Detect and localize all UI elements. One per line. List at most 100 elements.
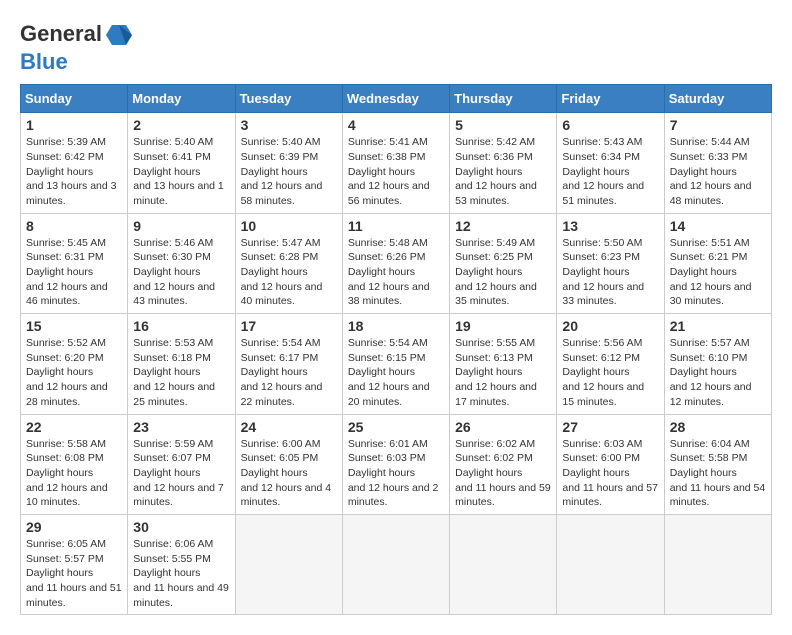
day-info: Sunrise: 5:56 AM Sunset: 6:12 PM Dayligh…	[562, 336, 658, 409]
calendar-cell: 9 Sunrise: 5:46 AM Sunset: 6:30 PM Dayli…	[128, 213, 235, 313]
calendar-cell: 2 Sunrise: 5:40 AM Sunset: 6:41 PM Dayli…	[128, 113, 235, 213]
day-info: Sunrise: 5:40 AM Sunset: 6:41 PM Dayligh…	[133, 135, 229, 208]
day-info: Sunrise: 5:58 AM Sunset: 6:08 PM Dayligh…	[26, 437, 122, 510]
day-info: Sunrise: 5:48 AM Sunset: 6:26 PM Dayligh…	[348, 236, 444, 309]
weekday-header-saturday: Saturday	[664, 85, 771, 113]
calendar-cell: 19 Sunrise: 5:55 AM Sunset: 6:13 PM Dayl…	[450, 314, 557, 414]
day-number: 1	[26, 117, 122, 133]
day-number: 29	[26, 519, 122, 535]
calendar-cell: 23 Sunrise: 5:59 AM Sunset: 6:07 PM Dayl…	[128, 414, 235, 514]
day-info: Sunrise: 6:06 AM Sunset: 5:55 PM Dayligh…	[133, 537, 229, 610]
calendar-cell: 1 Sunrise: 5:39 AM Sunset: 6:42 PM Dayli…	[21, 113, 128, 213]
weekday-header-thursday: Thursday	[450, 85, 557, 113]
day-info: Sunrise: 5:50 AM Sunset: 6:23 PM Dayligh…	[562, 236, 658, 309]
day-info: Sunrise: 5:39 AM Sunset: 6:42 PM Dayligh…	[26, 135, 122, 208]
day-info: Sunrise: 5:41 AM Sunset: 6:38 PM Dayligh…	[348, 135, 444, 208]
day-number: 5	[455, 117, 551, 133]
weekday-header-wednesday: Wednesday	[342, 85, 449, 113]
day-number: 2	[133, 117, 229, 133]
calendar-cell	[450, 514, 557, 614]
day-info: Sunrise: 6:02 AM Sunset: 6:02 PM Dayligh…	[455, 437, 551, 510]
calendar-cell: 10 Sunrise: 5:47 AM Sunset: 6:28 PM Dayl…	[235, 213, 342, 313]
day-info: Sunrise: 6:05 AM Sunset: 5:57 PM Dayligh…	[26, 537, 122, 610]
calendar-cell: 4 Sunrise: 5:41 AM Sunset: 6:38 PM Dayli…	[342, 113, 449, 213]
day-number: 11	[348, 218, 444, 234]
calendar-cell: 3 Sunrise: 5:40 AM Sunset: 6:39 PM Dayli…	[235, 113, 342, 213]
day-info: Sunrise: 5:59 AM Sunset: 6:07 PM Dayligh…	[133, 437, 229, 510]
calendar-cell: 5 Sunrise: 5:42 AM Sunset: 6:36 PM Dayli…	[450, 113, 557, 213]
calendar-cell: 25 Sunrise: 6:01 AM Sunset: 6:03 PM Dayl…	[342, 414, 449, 514]
calendar-cell: 15 Sunrise: 5:52 AM Sunset: 6:20 PM Dayl…	[21, 314, 128, 414]
day-number: 28	[670, 419, 766, 435]
day-number: 9	[133, 218, 229, 234]
day-info: Sunrise: 5:51 AM Sunset: 6:21 PM Dayligh…	[670, 236, 766, 309]
day-number: 7	[670, 117, 766, 133]
calendar-cell: 26 Sunrise: 6:02 AM Sunset: 6:02 PM Dayl…	[450, 414, 557, 514]
day-info: Sunrise: 5:43 AM Sunset: 6:34 PM Dayligh…	[562, 135, 658, 208]
calendar-cell: 20 Sunrise: 5:56 AM Sunset: 6:12 PM Dayl…	[557, 314, 664, 414]
logo-general: General	[20, 21, 102, 46]
calendar-cell: 16 Sunrise: 5:53 AM Sunset: 6:18 PM Dayl…	[128, 314, 235, 414]
day-info: Sunrise: 5:44 AM Sunset: 6:33 PM Dayligh…	[670, 135, 766, 208]
day-info: Sunrise: 5:40 AM Sunset: 6:39 PM Dayligh…	[241, 135, 337, 208]
calendar-week-4: 29 Sunrise: 6:05 AM Sunset: 5:57 PM Dayl…	[21, 514, 772, 614]
calendar-week-3: 22 Sunrise: 5:58 AM Sunset: 6:08 PM Dayl…	[21, 414, 772, 514]
weekday-header-tuesday: Tuesday	[235, 85, 342, 113]
day-info: Sunrise: 5:49 AM Sunset: 6:25 PM Dayligh…	[455, 236, 551, 309]
calendar-cell: 28 Sunrise: 6:04 AM Sunset: 5:58 PM Dayl…	[664, 414, 771, 514]
calendar-cell: 27 Sunrise: 6:03 AM Sunset: 6:00 PM Dayl…	[557, 414, 664, 514]
calendar-cell: 18 Sunrise: 5:54 AM Sunset: 6:15 PM Dayl…	[342, 314, 449, 414]
day-number: 8	[26, 218, 122, 234]
day-info: Sunrise: 5:42 AM Sunset: 6:36 PM Dayligh…	[455, 135, 551, 208]
day-number: 4	[348, 117, 444, 133]
logo-blue: Blue	[20, 49, 68, 74]
calendar-cell: 7 Sunrise: 5:44 AM Sunset: 6:33 PM Dayli…	[664, 113, 771, 213]
calendar-table: SundayMondayTuesdayWednesdayThursdayFrid…	[20, 84, 772, 615]
day-number: 16	[133, 318, 229, 334]
logo: General Blue	[20, 20, 134, 74]
calendar-cell: 30 Sunrise: 6:06 AM Sunset: 5:55 PM Dayl…	[128, 514, 235, 614]
calendar-cell: 12 Sunrise: 5:49 AM Sunset: 6:25 PM Dayl…	[450, 213, 557, 313]
calendar-cell	[664, 514, 771, 614]
calendar-cell	[342, 514, 449, 614]
day-number: 17	[241, 318, 337, 334]
day-info: Sunrise: 5:57 AM Sunset: 6:10 PM Dayligh…	[670, 336, 766, 409]
calendar-week-1: 8 Sunrise: 5:45 AM Sunset: 6:31 PM Dayli…	[21, 213, 772, 313]
day-info: Sunrise: 5:46 AM Sunset: 6:30 PM Dayligh…	[133, 236, 229, 309]
calendar-cell: 21 Sunrise: 5:57 AM Sunset: 6:10 PM Dayl…	[664, 314, 771, 414]
calendar-cell	[557, 514, 664, 614]
calendar-cell: 13 Sunrise: 5:50 AM Sunset: 6:23 PM Dayl…	[557, 213, 664, 313]
day-number: 25	[348, 419, 444, 435]
calendar-cell: 22 Sunrise: 5:58 AM Sunset: 6:08 PM Dayl…	[21, 414, 128, 514]
day-number: 13	[562, 218, 658, 234]
day-info: Sunrise: 5:47 AM Sunset: 6:28 PM Dayligh…	[241, 236, 337, 309]
day-number: 20	[562, 318, 658, 334]
day-number: 21	[670, 318, 766, 334]
day-info: Sunrise: 5:54 AM Sunset: 6:17 PM Dayligh…	[241, 336, 337, 409]
calendar-cell: 24 Sunrise: 6:00 AM Sunset: 6:05 PM Dayl…	[235, 414, 342, 514]
calendar-cell: 8 Sunrise: 5:45 AM Sunset: 6:31 PM Dayli…	[21, 213, 128, 313]
calendar-week-0: 1 Sunrise: 5:39 AM Sunset: 6:42 PM Dayli…	[21, 113, 772, 213]
day-info: Sunrise: 6:00 AM Sunset: 6:05 PM Dayligh…	[241, 437, 337, 510]
day-number: 6	[562, 117, 658, 133]
day-number: 15	[26, 318, 122, 334]
calendar-week-2: 15 Sunrise: 5:52 AM Sunset: 6:20 PM Dayl…	[21, 314, 772, 414]
day-info: Sunrise: 6:04 AM Sunset: 5:58 PM Dayligh…	[670, 437, 766, 510]
day-number: 22	[26, 419, 122, 435]
day-number: 10	[241, 218, 337, 234]
day-info: Sunrise: 5:53 AM Sunset: 6:18 PM Dayligh…	[133, 336, 229, 409]
calendar-cell: 11 Sunrise: 5:48 AM Sunset: 6:26 PM Dayl…	[342, 213, 449, 313]
calendar-cell: 29 Sunrise: 6:05 AM Sunset: 5:57 PM Dayl…	[21, 514, 128, 614]
day-info: Sunrise: 6:01 AM Sunset: 6:03 PM Dayligh…	[348, 437, 444, 510]
day-info: Sunrise: 5:55 AM Sunset: 6:13 PM Dayligh…	[455, 336, 551, 409]
day-number: 23	[133, 419, 229, 435]
weekday-header-monday: Monday	[128, 85, 235, 113]
day-info: Sunrise: 5:54 AM Sunset: 6:15 PM Dayligh…	[348, 336, 444, 409]
calendar-cell: 17 Sunrise: 5:54 AM Sunset: 6:17 PM Dayl…	[235, 314, 342, 414]
day-number: 24	[241, 419, 337, 435]
day-number: 3	[241, 117, 337, 133]
calendar-cell: 6 Sunrise: 5:43 AM Sunset: 6:34 PM Dayli…	[557, 113, 664, 213]
day-number: 19	[455, 318, 551, 334]
day-number: 27	[562, 419, 658, 435]
day-number: 14	[670, 218, 766, 234]
